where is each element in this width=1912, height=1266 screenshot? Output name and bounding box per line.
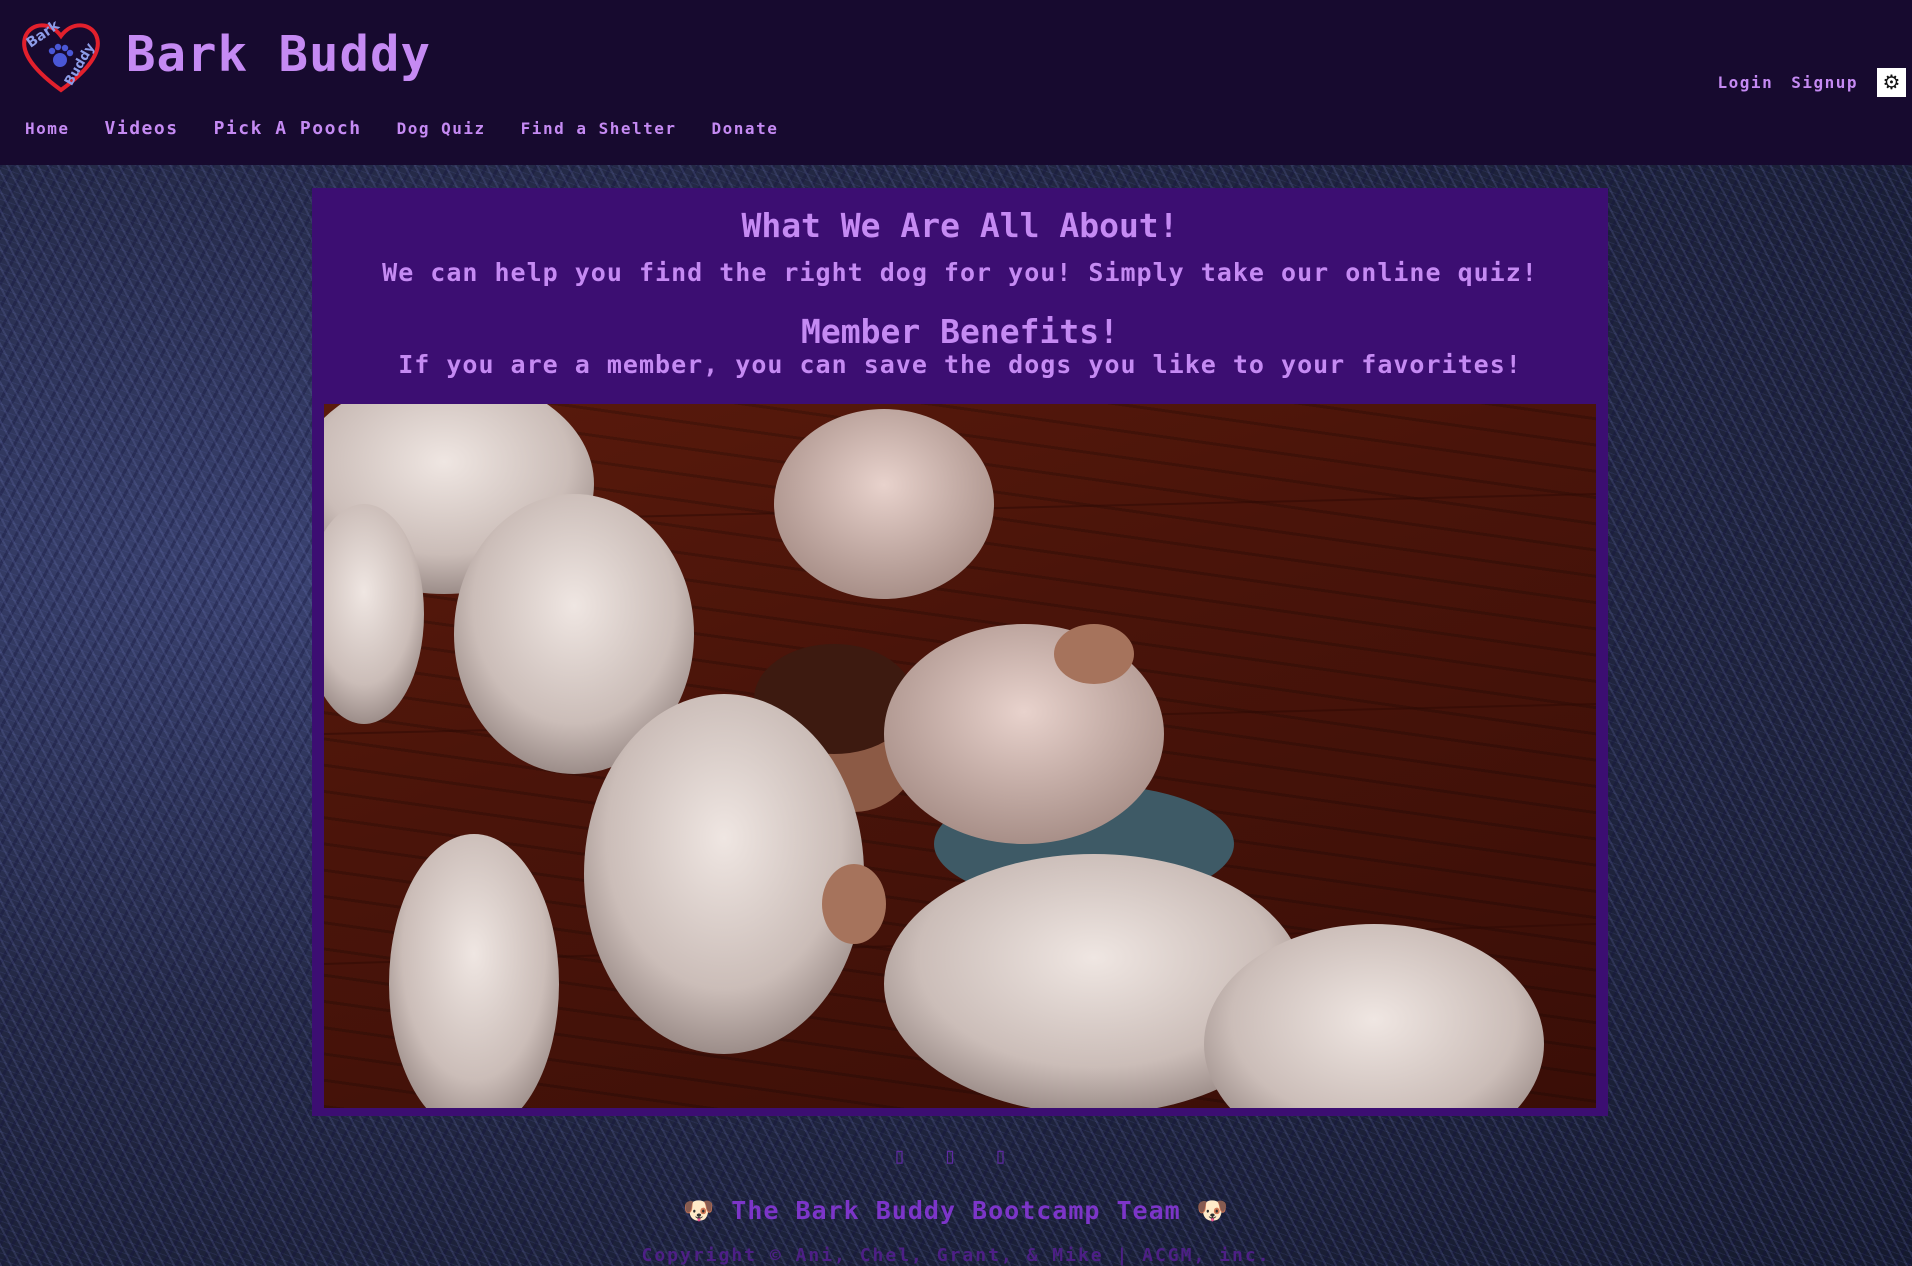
main-nav: Home Videos Pick A Pooch Dog Quiz Find a… bbox=[25, 118, 813, 139]
benefits-text: If you are a member, you can save the do… bbox=[398, 350, 1522, 379]
auth-links: Login Signup bbox=[1700, 73, 1858, 92]
site-title[interactable]: Bark Buddy bbox=[126, 26, 431, 83]
nav-find-a-shelter[interactable]: Find a Shelter bbox=[521, 119, 677, 138]
puppies-illustration bbox=[324, 404, 1596, 1108]
about-title: What We Are All About! bbox=[741, 206, 1179, 245]
nav-donate[interactable]: Donate bbox=[712, 119, 779, 138]
about-card: What We Are All About! We can help you f… bbox=[312, 188, 1608, 1116]
nav-home[interactable]: Home bbox=[25, 119, 70, 138]
theme-toggle-button[interactable]: ⚙ bbox=[1877, 68, 1906, 97]
team-credit: 🐶 The Bark Buddy Bootcamp Team 🐶 bbox=[683, 1196, 1229, 1225]
puppies-hero-image bbox=[324, 404, 1596, 1108]
login-link[interactable]: Login bbox=[1718, 73, 1774, 92]
footer-social-icons[interactable]: ▯ ▯ ▯ bbox=[0, 1144, 1912, 1169]
copyright: Copyright © Ani, Chel, Grant, & Mike | A… bbox=[641, 1245, 1271, 1266]
about-text: We can help you find the right dog for y… bbox=[382, 258, 1538, 287]
gear-icon: ⚙ bbox=[1882, 71, 1901, 94]
signup-link[interactable]: Signup bbox=[1791, 73, 1858, 92]
nav-dog-quiz[interactable]: Dog Quiz bbox=[397, 119, 486, 138]
nav-videos[interactable]: Videos bbox=[105, 118, 179, 139]
bark-buddy-logo[interactable]: Bark Buddy bbox=[18, 18, 104, 98]
nav-pick-a-pooch[interactable]: Pick A Pooch bbox=[214, 118, 362, 139]
benefits-title: Member Benefits! bbox=[801, 312, 1119, 351]
site-header: Bark Buddy Bark Buddy Home Videos Pick A… bbox=[0, 0, 1912, 165]
